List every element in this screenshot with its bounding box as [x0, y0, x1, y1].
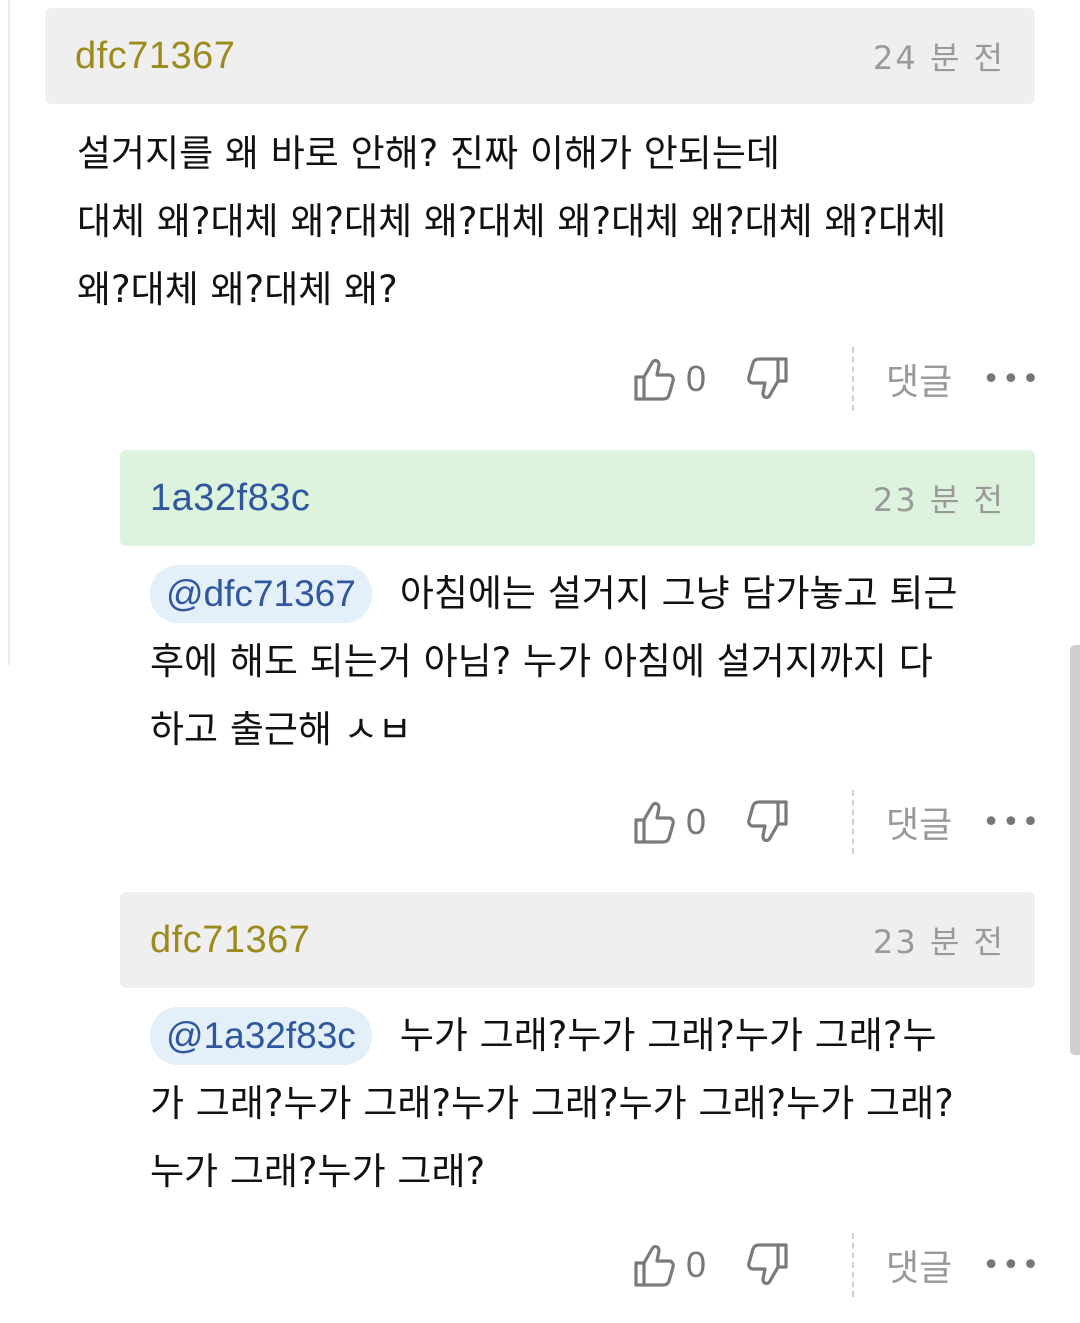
comment-line: 왜?대체 왜?대체 왜?: [77, 268, 398, 311]
reply-button[interactable]: 댓글: [886, 796, 952, 848]
reply-button[interactable]: 댓글: [886, 353, 952, 405]
action-divider: [852, 1233, 855, 1297]
comment-line: 대체 왜?대체 왜?대체 왜?대체 왜?대체 왜?대체 왜?대체: [77, 200, 947, 243]
comment-header: dfc71367 23 분 전: [120, 892, 1035, 988]
thumbs-up-icon: [632, 355, 676, 403]
comment-time: 23 분 전: [873, 481, 1005, 519]
comment-author[interactable]: dfc71367: [150, 919, 310, 962]
comment-actions: 0 댓글 •••: [632, 346, 1041, 412]
comment-line: 누가 그래?누가 그래?: [150, 1150, 486, 1193]
like-button[interactable]: 0: [632, 355, 706, 403]
comment-body: @dfc71367 아침에는 설거지 그냥 담가놓고 퇴근 후에 해도 되는거 아…: [120, 560, 1035, 764]
comment-header: 1a32f83c 23 분 전: [120, 450, 1035, 546]
dislike-button[interactable]: [746, 1241, 790, 1289]
like-count: 0: [686, 801, 707, 842]
more-options-button[interactable]: •••: [982, 805, 1041, 840]
reply-button[interactable]: 댓글: [886, 1239, 952, 1291]
dislike-button[interactable]: [746, 355, 790, 403]
comment-line-text: 아침에는 설거지 그냥 담가놓고 퇴근: [399, 572, 958, 615]
comment-header: dfc71367 24 분 전: [45, 8, 1035, 104]
comment: dfc71367 24 분 전 설거지를 왜 바로 안해? 진짜 이해가 안되는…: [45, 8, 1035, 324]
mention-chip[interactable]: @dfc71367: [150, 565, 372, 623]
action-divider: [852, 790, 855, 854]
mention-chip[interactable]: @1a32f83c: [150, 1007, 372, 1065]
comment-time: 23 분 전: [873, 923, 1005, 961]
thumbs-up-icon: [632, 798, 676, 846]
more-options-button[interactable]: •••: [982, 1248, 1041, 1283]
comment-actions: 0 댓글 •••: [632, 789, 1041, 855]
comment-author[interactable]: 1a32f83c: [150, 477, 310, 520]
comment-body: @1a32f83c 누가 그래?누가 그래?누가 그래?누 가 그래?누가 그래?…: [120, 1002, 1035, 1206]
comment-line-text: 누가 그래?누가 그래?누가 그래?누: [399, 1014, 937, 1057]
dislike-button[interactable]: [746, 798, 790, 846]
comment-actions: 0 댓글 •••: [632, 1232, 1041, 1298]
more-options-button[interactable]: •••: [982, 362, 1041, 397]
comment-author[interactable]: dfc71367: [75, 35, 235, 78]
comment-line: 가 그래?누가 그래?누가 그래?누가 그래?누가 그래?: [150, 1082, 954, 1125]
reply-comment: 1a32f83c 23 분 전 @dfc71367 아침에는 설거지 그냥 담가놓…: [120, 450, 1035, 764]
comment-time: 24 분 전: [873, 39, 1005, 77]
thumbs-down-icon: [746, 1241, 790, 1289]
comment-line: @dfc71367 아침에는 설거지 그냥 담가놓고 퇴근: [150, 560, 1025, 628]
comment-line: 하고 출근해 ㅅㅂ: [150, 708, 412, 751]
thumbs-up-icon: [632, 1241, 676, 1289]
comment-line: 설거지를 왜 바로 안해? 진짜 이해가 안되는데: [77, 132, 780, 175]
like-button[interactable]: 0: [632, 1241, 706, 1289]
like-count: 0: [686, 358, 707, 399]
comment-line: 후에 해도 되는거 아님? 누가 아침에 설거지까지 다: [150, 640, 933, 683]
like-button[interactable]: 0: [632, 798, 706, 846]
thumbs-down-icon: [746, 355, 790, 403]
action-divider: [852, 347, 855, 411]
scrollbar-thumb[interactable]: [1070, 645, 1080, 1055]
thread-guide-line: [0, 0, 10, 665]
like-count: 0: [686, 1244, 707, 1285]
comment-body: 설거지를 왜 바로 안해? 진짜 이해가 안되는데 대체 왜?대체 왜?대체 왜…: [45, 120, 1035, 324]
thumbs-down-icon: [746, 798, 790, 846]
reply-comment: dfc71367 23 분 전 @1a32f83c 누가 그래?누가 그래?누가 …: [120, 892, 1035, 1206]
comment-line: @1a32f83c 누가 그래?누가 그래?누가 그래?누: [150, 1002, 1025, 1070]
